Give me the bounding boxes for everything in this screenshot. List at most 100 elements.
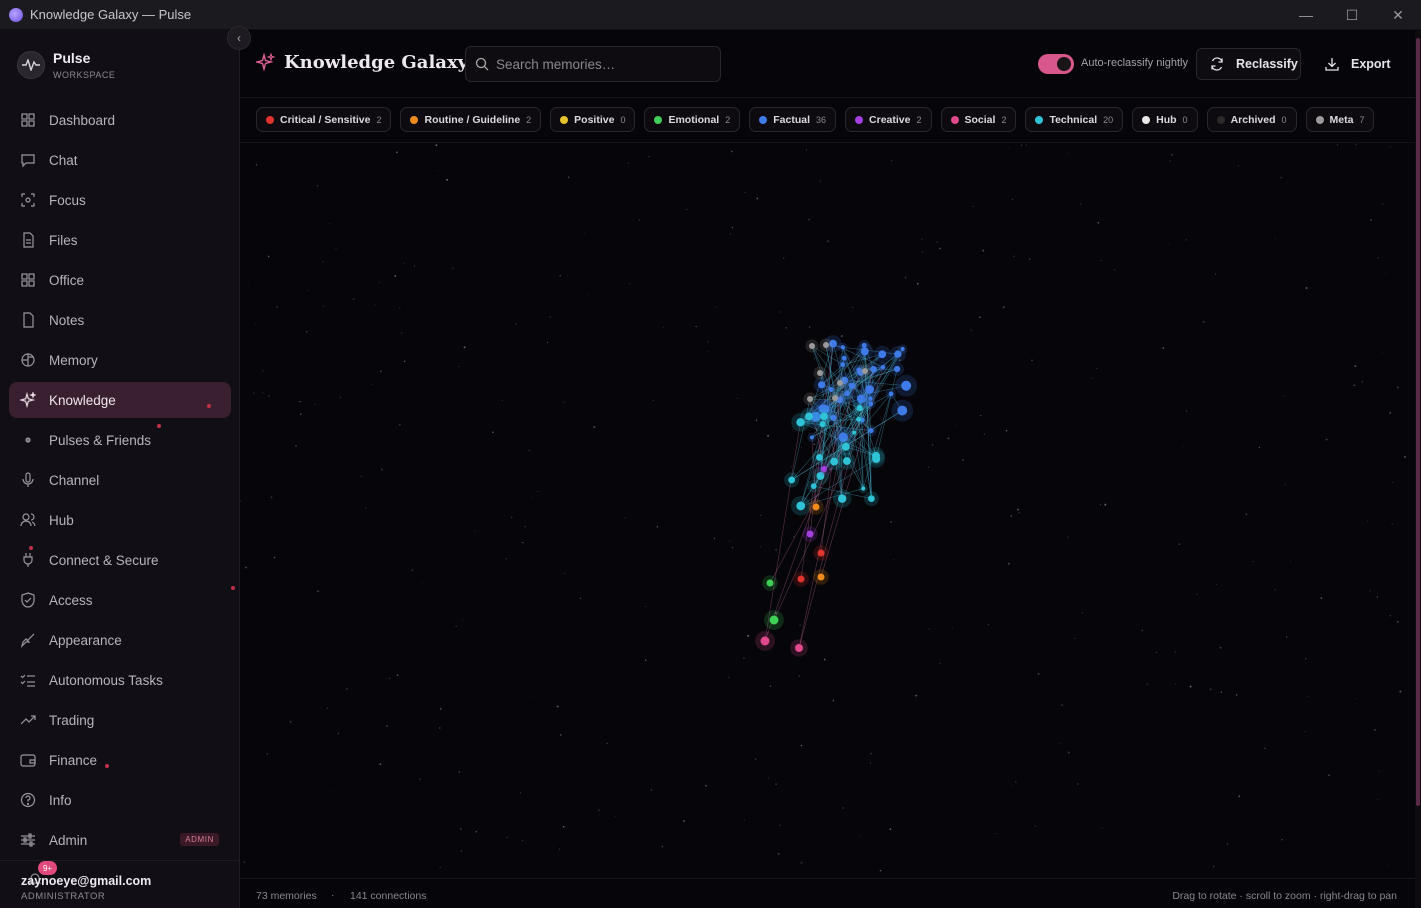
memory-node[interactable] [840,345,846,350]
filter-chip-factual[interactable]: Factual 36 [749,107,837,132]
memory-node[interactable] [807,396,813,402]
collapse-sidebar-button[interactable]: ‹ [227,26,251,50]
memory-node[interactable] [862,368,868,374]
memory-node[interactable] [856,416,862,422]
memory-node[interactable] [856,405,863,412]
memory-node[interactable] [868,495,875,503]
search-input[interactable] [496,56,706,72]
brand[interactable]: Pulse WORKSPACE [17,50,115,80]
close-icon[interactable]: ✕ [1375,0,1421,30]
memory-node[interactable] [841,442,850,451]
memory-node[interactable] [823,342,829,348]
memory-node[interactable] [809,343,815,349]
memory-node[interactable] [788,476,796,484]
sidebar-item-knowledge[interactable]: Knowledge [9,382,231,418]
maximize-icon[interactable]: ☐ [1329,0,1375,30]
search-box[interactable] [465,46,721,82]
memory-node[interactable] [820,412,828,421]
auto-reclassify-toggle[interactable] [1038,54,1074,74]
memory-node[interactable] [830,457,839,466]
memory-node[interactable] [806,530,814,538]
sidebar-item-memory[interactable]: Memory [9,342,231,378]
memory-node[interactable] [838,494,847,503]
memory-node[interactable] [868,428,874,434]
memory-node[interactable] [809,435,815,440]
filter-chip-positive[interactable]: Positive 0 [550,107,636,132]
memory-node[interactable] [817,573,825,581]
filter-chip-archived[interactable]: Archived 0 [1206,107,1297,132]
memory-node[interactable] [861,342,867,348]
memory-node[interactable] [832,395,838,401]
memory-node[interactable] [900,346,905,352]
sidebar-item-access[interactable]: Access [9,582,235,618]
star [455,625,457,627]
memory-node[interactable] [897,405,908,416]
filter-chip-hub[interactable]: Hub 0 [1132,107,1198,132]
galaxy-graph[interactable] [239,143,1415,878]
sidebar-item-appearance[interactable]: Appearance [9,622,231,658]
sidebar-item-hub[interactable]: Hub [9,502,231,538]
memory-node[interactable] [868,401,874,407]
sidebar-item-office[interactable]: Office [9,262,231,298]
memory-node[interactable] [852,430,857,435]
filter-chip-emotional[interactable]: Emotional 2 [644,107,741,132]
memory-node[interactable] [842,457,851,465]
memory-node[interactable] [805,412,813,421]
sidebar-item-admin[interactable]: Admin ADMIN [9,822,231,858]
sidebar-item-channel[interactable]: Channel [9,462,231,498]
filter-chip-creative[interactable]: Creative 2 [845,107,932,132]
star [1091,377,1093,379]
filter-chip-routine-guideline[interactable]: Routine / Guideline 2 [400,107,542,132]
memory-node[interactable] [810,483,817,490]
memory-node[interactable] [865,385,874,394]
memory-node[interactable] [837,380,843,386]
star [1381,203,1384,205]
sidebar-item-pulses-friends[interactable]: Pulses & Friends [9,422,231,458]
memory-node[interactable] [812,503,820,511]
scrollbar-thumb[interactable] [1416,38,1420,806]
memory-node[interactable] [797,575,805,583]
sidebar-item-notes[interactable]: Notes [9,302,231,338]
filter-chip-social[interactable]: Social 2 [940,107,1017,132]
sidebar-item-dashboard[interactable]: Dashboard [9,102,231,138]
sidebar-item-focus[interactable]: Focus [9,182,231,218]
memory-node[interactable] [872,454,881,463]
category-color-dot [1142,115,1151,124]
memory-node[interactable] [817,370,823,376]
star [388,677,391,680]
memory-node[interactable] [796,501,806,511]
memory-node[interactable] [795,644,803,652]
filter-chip-critical-sensitive[interactable]: Critical / Sensitive 2 [256,107,392,132]
memory-node[interactable] [760,636,770,646]
sidebar-item-info[interactable]: Info [9,782,231,818]
filter-chip-meta[interactable]: Meta 7 [1305,107,1375,132]
sidebar-item-files[interactable]: Files [9,222,231,258]
sidebar-item-trading[interactable]: Trading [9,702,231,738]
memory-node[interactable] [848,382,856,390]
sidebar-item-finance[interactable]: Finance [9,742,231,778]
reclassify-button[interactable]: Reclassify [1196,48,1301,80]
filter-chip-technical[interactable]: Technical 20 [1025,107,1124,132]
memory-node[interactable] [766,579,774,587]
galaxy-canvas[interactable] [239,142,1415,878]
memory-node[interactable] [878,350,887,359]
memory-node[interactable] [769,615,779,625]
export-button[interactable]: Export [1317,48,1397,80]
star [1285,636,1288,638]
memory-node[interactable] [861,486,866,491]
memory-node[interactable] [893,365,901,373]
user-panel[interactable]: 9+ zaynoeye@gmail.com ADMINISTRATOR [0,860,239,908]
memory-node[interactable] [880,364,886,370]
memory-node[interactable] [817,549,825,557]
memory-node[interactable] [816,454,823,461]
sidebar-item-connect-secure[interactable]: Connect & Secure [9,542,231,578]
memory-node[interactable] [840,362,846,368]
memory-node[interactable] [888,391,894,397]
minimize-icon[interactable]: — [1283,0,1329,30]
memory-node[interactable] [828,387,834,392]
memory-node[interactable] [901,380,912,391]
sidebar-item-chat[interactable]: Chat [9,142,231,178]
memory-node[interactable] [817,381,826,389]
sidebar-item-autonomous-tasks[interactable]: Autonomous Tasks [9,662,231,698]
memory-node[interactable] [821,466,827,472]
